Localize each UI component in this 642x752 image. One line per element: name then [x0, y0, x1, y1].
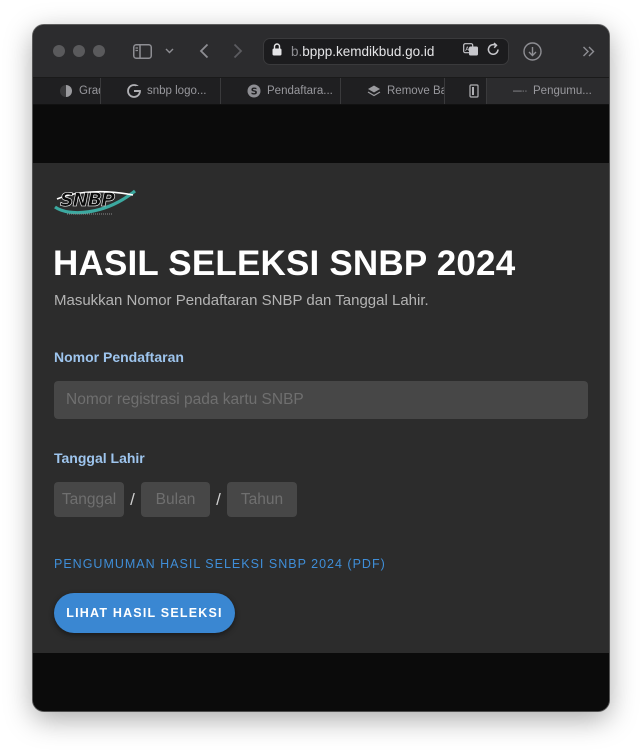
page-header-area: [33, 105, 609, 163]
registration-number-input[interactable]: [54, 381, 588, 419]
browser-window: b.bppp.kemdikbud.go.id A Grad: [33, 25, 609, 711]
lock-icon: [272, 42, 282, 61]
snbp-logo: SNBP: [53, 185, 137, 219]
tab-label: Pengumu...: [533, 85, 592, 97]
translate-icon[interactable]: A: [463, 42, 479, 61]
back-icon[interactable]: [193, 39, 215, 63]
half-circle-icon: [59, 84, 73, 98]
tab-label: Grad: [79, 85, 100, 97]
google-icon: [127, 84, 141, 98]
date-separator: /: [130, 489, 135, 509]
view-results-button[interactable]: LIHAT HASIL SELEKSI: [54, 593, 235, 633]
tab-pendaftaran[interactable]: S Pendaftara...: [221, 78, 341, 104]
page-subtitle: Masukkan Nomor Pendaftaran SNBP dan Tang…: [54, 292, 429, 309]
reload-icon[interactable]: [487, 42, 500, 61]
tab-pengumuman[interactable]: Pengumu...: [487, 78, 609, 104]
zoom-window-button[interactable]: [93, 45, 105, 57]
birth-year-input[interactable]: [227, 482, 297, 517]
address-bar[interactable]: b.bppp.kemdikbud.go.id A: [263, 38, 509, 65]
tab-snbp-logo[interactable]: snbp logo...: [101, 78, 221, 104]
tab-grad[interactable]: Grad: [33, 78, 101, 104]
logo-text: SNBP: [60, 189, 115, 211]
downloads-icon[interactable]: [520, 39, 544, 63]
layers-icon: [367, 84, 381, 98]
url-domain: bppp.kemdikbud.go.id: [302, 44, 435, 59]
date-separator: /: [216, 489, 221, 509]
browser-toolbar: b.bppp.kemdikbud.go.id A: [33, 25, 609, 78]
page-title: HASIL SELEKSI SNBP 2024: [53, 244, 516, 283]
birth-date-label: Tanggal Lahir: [54, 450, 145, 466]
birth-day-input[interactable]: [54, 482, 124, 517]
forward-icon[interactable]: [227, 39, 249, 63]
birth-date-fields: / /: [54, 482, 297, 517]
tab-unnamed[interactable]: [445, 78, 487, 104]
announcement-pdf-link[interactable]: PENGUMUMAN HASIL SELEKSI SNBP 2024 (PDF): [54, 557, 386, 571]
svg-text:S: S: [251, 87, 258, 98]
tab-label: snbp logo...: [147, 85, 207, 97]
s-circle-icon: S: [247, 84, 261, 98]
sidebar-toggle-icon[interactable]: [130, 39, 154, 63]
url-prefix: b.: [291, 44, 303, 59]
page-footer-area: [33, 653, 609, 711]
tab-remove-bg[interactable]: Remove Ba: [341, 78, 445, 104]
window-controls: [53, 45, 105, 57]
registration-number-label: Nomor Pendaftaran: [54, 349, 184, 365]
birth-month-input[interactable]: [141, 482, 210, 517]
url-text: b.bppp.kemdikbud.go.id: [291, 44, 434, 59]
minimize-window-button[interactable]: [73, 45, 85, 57]
tab-label: Remove Ba: [387, 85, 445, 97]
close-window-button[interactable]: [53, 45, 65, 57]
dash-icon: [513, 84, 527, 98]
tab-bar: Grad snbp logo... S Pendaftara... Remove…: [33, 78, 609, 105]
bracket-icon: [467, 84, 481, 98]
double-chevron-right-icon[interactable]: [578, 39, 598, 63]
login-card: SNBP HASIL SELEKSI SNBP 2024 Masukkan No…: [33, 163, 609, 653]
tab-label: Pendaftara...: [267, 85, 333, 97]
chevron-down-icon[interactable]: [162, 39, 176, 63]
